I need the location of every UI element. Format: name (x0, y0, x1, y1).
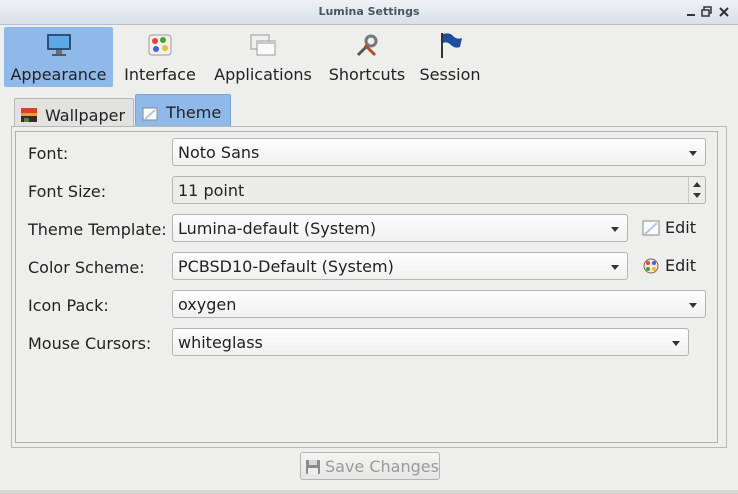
window-title: Lumina Settings (318, 5, 420, 18)
toolbar-label: Interface (124, 65, 196, 84)
save-label: Save Changes (325, 457, 439, 476)
toolbar-label: Session (419, 65, 481, 84)
color-palette-icon (643, 258, 659, 274)
toolbar-interface[interactable]: Interface (118, 27, 202, 87)
mouse-cursors-select[interactable]: whiteglass (172, 328, 689, 356)
font-size-spinbox[interactable]: 11 point (172, 176, 706, 204)
icon-pack-select[interactable]: oxygen (172, 290, 706, 318)
category-toolbar: Appearance Interface Applications Shortc… (0, 25, 738, 91)
toolbar-session[interactable]: Session (416, 27, 484, 87)
monitor-icon (46, 34, 71, 56)
icon-pack-value: oxygen (178, 295, 237, 314)
theme-template-select[interactable]: Lumina-default (System) (172, 214, 628, 242)
spin-up-icon[interactable] (693, 182, 701, 187)
theme-template-value: Lumina-default (System) (178, 219, 377, 238)
toolbar-appearance[interactable]: Appearance (4, 27, 113, 87)
floppy-icon (306, 460, 320, 474)
icon-pack-label: Icon Pack: (28, 296, 109, 315)
spin-buttons (688, 177, 705, 203)
tab-label: Wallpaper (45, 106, 126, 125)
chevron-down-icon (611, 265, 619, 270)
chevron-down-icon (689, 303, 697, 308)
tab-theme[interactable]: Theme (135, 94, 231, 128)
font-size-value: 11 point (178, 181, 245, 200)
minimize-icon[interactable] (683, 4, 699, 20)
toolbar-applications[interactable]: Applications (210, 27, 316, 87)
toolbar-label: Applications (214, 65, 312, 84)
tab-label: Theme (166, 103, 222, 122)
maximize-icon[interactable] (699, 4, 715, 20)
bottom-border (0, 490, 738, 494)
mouse-cursors-label: Mouse Cursors: (28, 334, 152, 353)
color-scheme-select[interactable]: PCBSD10-Default (System) (172, 252, 628, 280)
theme-template-label: Theme Template: (28, 220, 167, 239)
toolbar-label: Appearance (10, 65, 107, 84)
theme-edit-icon (642, 220, 660, 236)
color-scheme-label: Color Scheme: (28, 258, 145, 277)
windows-icon (250, 34, 276, 56)
edit-color-scheme-button[interactable]: Edit (640, 253, 700, 279)
save-changes-button[interactable]: Save Changes (300, 452, 440, 480)
font-label: Font: (28, 144, 69, 163)
tools-icon (356, 34, 378, 57)
palette-icon (148, 34, 172, 56)
chevron-down-icon (611, 227, 619, 232)
spin-down-icon[interactable] (693, 193, 701, 198)
chevron-down-icon (672, 341, 680, 346)
font-size-label: Font Size: (28, 182, 107, 201)
title-bar: Lumina Settings (0, 0, 738, 25)
mouse-cursors-value: whiteglass (178, 333, 263, 352)
theme-icon (142, 107, 158, 121)
toolbar-shortcuts[interactable]: Shortcuts (324, 27, 410, 87)
edit-label: Edit (665, 256, 696, 275)
edit-theme-template-button[interactable]: Edit (640, 215, 700, 241)
flag-icon (441, 33, 462, 58)
image-icon (21, 108, 37, 122)
edit-label: Edit (665, 218, 696, 237)
chevron-down-icon (689, 151, 697, 156)
tab-wallpaper[interactable]: Wallpaper (14, 98, 134, 129)
font-value: Noto Sans (178, 143, 260, 162)
toolbar-label: Shortcuts (328, 65, 406, 84)
close-icon[interactable] (716, 4, 732, 20)
color-scheme-value: PCBSD10-Default (System) (178, 257, 394, 276)
font-select[interactable]: Noto Sans (172, 138, 706, 166)
